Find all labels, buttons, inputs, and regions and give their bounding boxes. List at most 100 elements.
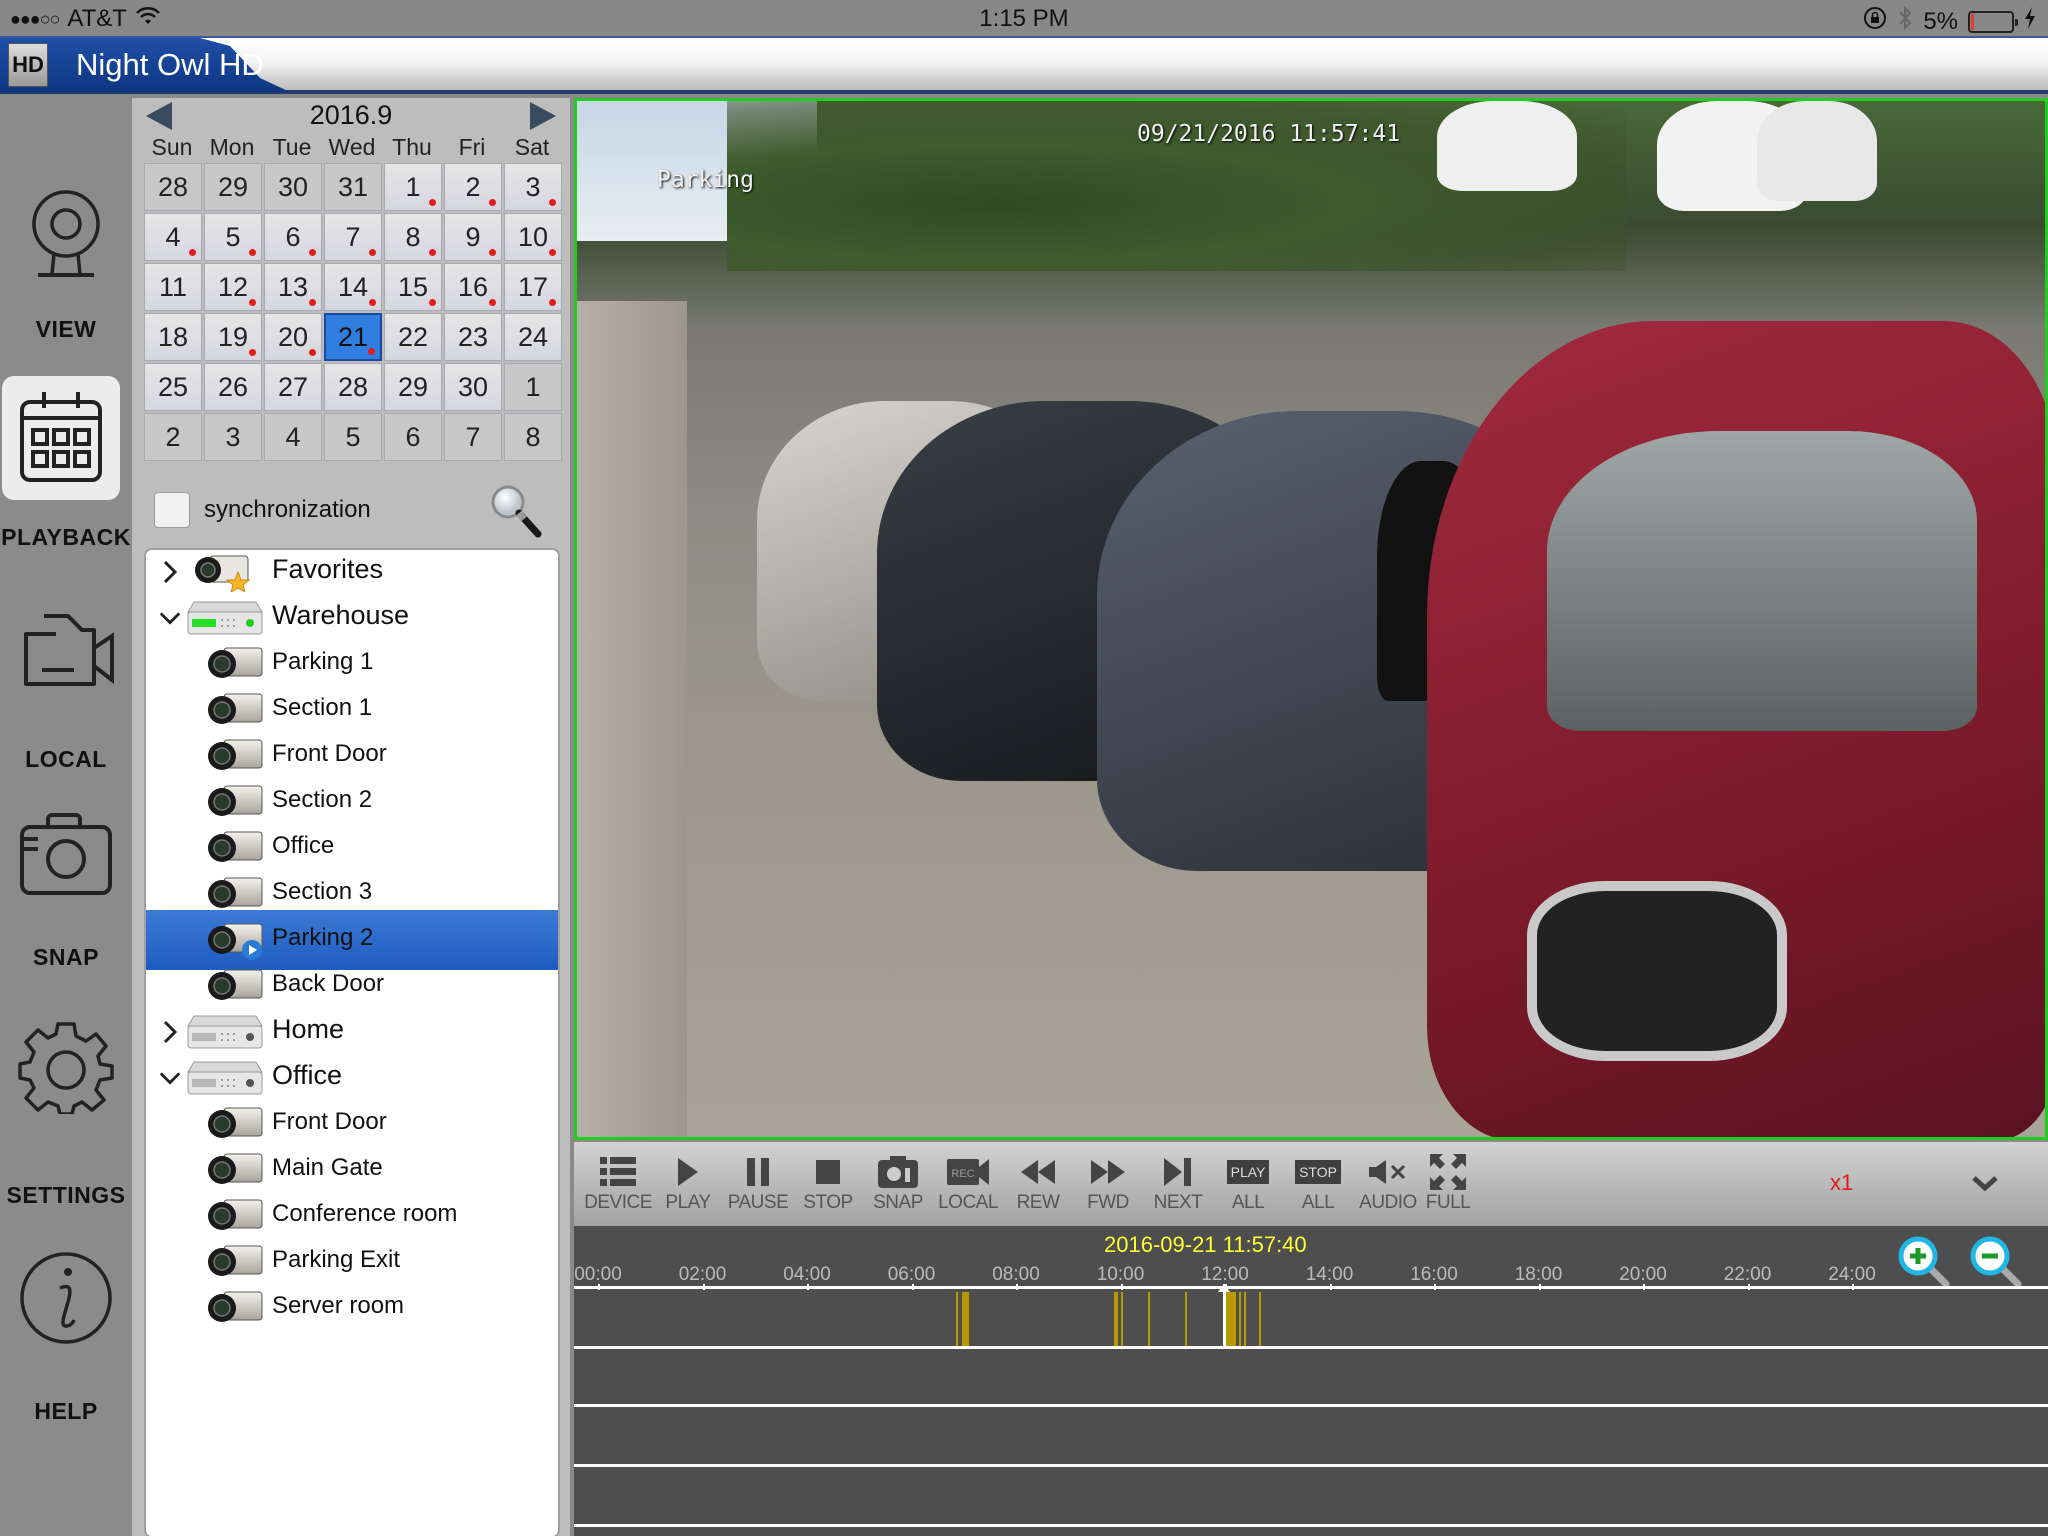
toolbar-pause-button[interactable]: PAUSE [718,1142,798,1226]
playback-timeline[interactable]: 2016-09-21 11:57:40 00:00 02:00 04:00 06:00… [574,1226,2048,1536]
calendar-day[interactable]: 22 [384,313,442,361]
nav-settings-label: SETTINGS [6,1182,126,1208]
calendar-day[interactable]: 27 [264,363,322,411]
calendar-day[interactable]: 21 [324,313,382,361]
calendar-day[interactable]: 20 [264,313,322,361]
device-tree[interactable]: Favorites Warehouse Parking 1 Section 1 Fron… [144,548,560,1536]
has-recording-dot [249,299,256,306]
recording-segment[interactable] [1243,1292,1246,1346]
tree-item-label: Section 3 [272,878,373,905]
calendar-day[interactable]: 10 [504,213,562,261]
calendar-day[interactable]: 28 [324,363,382,411]
nav-settings[interactable]: SETTINGS [0,1016,132,1208]
calendar-day[interactable]: 12 [204,263,262,311]
toolbar-stop-button[interactable]: STOP [788,1142,868,1226]
search-button[interactable] [488,482,544,540]
collapse-toolbar-button[interactable] [1960,1164,2010,1204]
calendar-day[interactable]: 13 [264,263,322,311]
toolbar-next-button[interactable]: NEXT [1138,1142,1218,1226]
calendar-day[interactable]: 9 [444,213,502,261]
calendar-day[interactable]: 3 [204,413,262,461]
toolbar-full-button[interactable]: FULL [1408,1142,1488,1226]
recording-segment[interactable] [962,1292,970,1346]
chevron-down-icon[interactable] [158,1063,182,1093]
calendar-day[interactable]: 7 [444,413,502,461]
calendar-day[interactable]: 29 [384,363,442,411]
calendar-day[interactable]: 2 [444,163,502,211]
toolbar-play-button[interactable]: PLAY [648,1142,728,1226]
nav-local[interactable]: LOCAL [0,598,132,772]
timeline-playhead[interactable] [1217,1284,1230,1346]
toolbar-local-button[interactable]: REC LOCAL [928,1142,1008,1226]
chevron-right-icon[interactable] [158,557,182,587]
camera-icon [16,804,116,904]
calendar-day[interactable]: 8 [384,213,442,261]
calendar-day[interactable]: 11 [144,263,202,311]
calendar-day[interactable]: 18 [144,313,202,361]
calendar-day-number: 1 [405,171,421,202]
chevron-right-icon[interactable] [158,1017,182,1047]
calendar-day[interactable]: 25 [144,363,202,411]
calendar-day[interactable]: 31 [324,163,382,211]
timeline-zoom-out-button[interactable] [1968,1234,2024,1290]
calendar-day[interactable]: 5 [324,413,382,461]
calendar-day[interactable]: 1 [384,163,442,211]
calendar-day[interactable]: 6 [384,413,442,461]
playback-side-panel: 2016.9 Sun Mon Tue Wed Thu Fri Sat 28 29 30 31 1 2 3… [132,98,570,1536]
timeline-hour-label: 08:00 [992,1264,1040,1285]
calendar-day[interactable]: 26 [204,363,262,411]
calendar-day[interactable]: 6 [264,213,322,261]
calendar-day[interactable]: 30 [264,163,322,211]
playback-speed[interactable]: x1 [1830,1170,1853,1196]
calendar-day[interactable]: 2 [144,413,202,461]
nav-help-label: HELP [34,1398,98,1424]
calendar-day[interactable]: 8 [504,413,562,461]
next-month-button[interactable] [530,102,556,130]
calendar-day[interactable]: 5 [204,213,262,261]
calendar-day[interactable]: 17 [504,263,562,311]
calendar-day[interactable]: 23 [444,313,502,361]
video-player[interactable]: 09/21/2016 11:57:41 Parking [574,98,2048,1140]
calendar-day[interactable]: 4 [264,413,322,461]
calendar-day[interactable]: 29 [204,163,262,211]
timeline-zoom-in-button[interactable] [1896,1234,1952,1290]
chevron-down-icon[interactable] [158,603,182,633]
calendar-day[interactable]: 3 [504,163,562,211]
calendar-day-number: 30 [457,371,489,402]
calendar-day[interactable]: 28 [144,163,202,211]
calendar-day[interactable]: 1 [504,363,562,411]
nav-playback[interactable]: PLAYBACK [0,376,132,556]
calendar-day[interactable]: 16 [444,263,502,311]
calendar-day[interactable]: 30 [444,363,502,411]
tree-item-label: Section 2 [272,786,373,813]
toolbar-device-button[interactable]: DEVICE [578,1142,658,1226]
recording-segment[interactable] [1184,1292,1187,1346]
calendar-day-number: 28 [337,371,369,402]
toolbar-fwd-button[interactable]: FWD [1068,1142,1148,1226]
recording-segment[interactable] [1238,1292,1241,1346]
recording-segment[interactable] [956,1292,959,1346]
calendar-day[interactable]: 7 [324,213,382,261]
calendar-day[interactable]: 24 [504,313,562,361]
synchronization-checkbox[interactable] [154,492,190,528]
nav-snap[interactable]: SNAP [0,804,132,974]
recording-segment[interactable] [1147,1292,1150,1346]
toolbar-play-all-button[interactable]: PLAY ALL [1208,1142,1288,1226]
toolbar-stop-all-button[interactable]: STOP ALL [1278,1142,1358,1226]
calendar-day[interactable]: 14 [324,263,382,311]
recording-segment[interactable] [1120,1292,1123,1346]
toolbar-snap-button[interactable]: SNAP [858,1142,938,1226]
tree-camera-item[interactable]: Server room [146,1278,558,1338]
calendar-day[interactable]: 4 [144,213,202,261]
recording-segment[interactable] [1259,1292,1262,1346]
nav-view[interactable]: VIEW [0,186,132,356]
rotation-lock-icon [1863,6,1887,37]
toolbar-rew-button[interactable]: REW [998,1142,1078,1226]
calendar-day[interactable]: 19 [204,313,262,361]
calendar-day-number: 22 [397,321,429,352]
calendar-day[interactable]: 15 [384,263,442,311]
tree-item-label: Main Gate [272,1154,383,1181]
recording-segment[interactable] [1113,1292,1118,1346]
nav-help[interactable]: HELP [0,1248,132,1428]
calendar-day-number: 15 [397,271,429,302]
